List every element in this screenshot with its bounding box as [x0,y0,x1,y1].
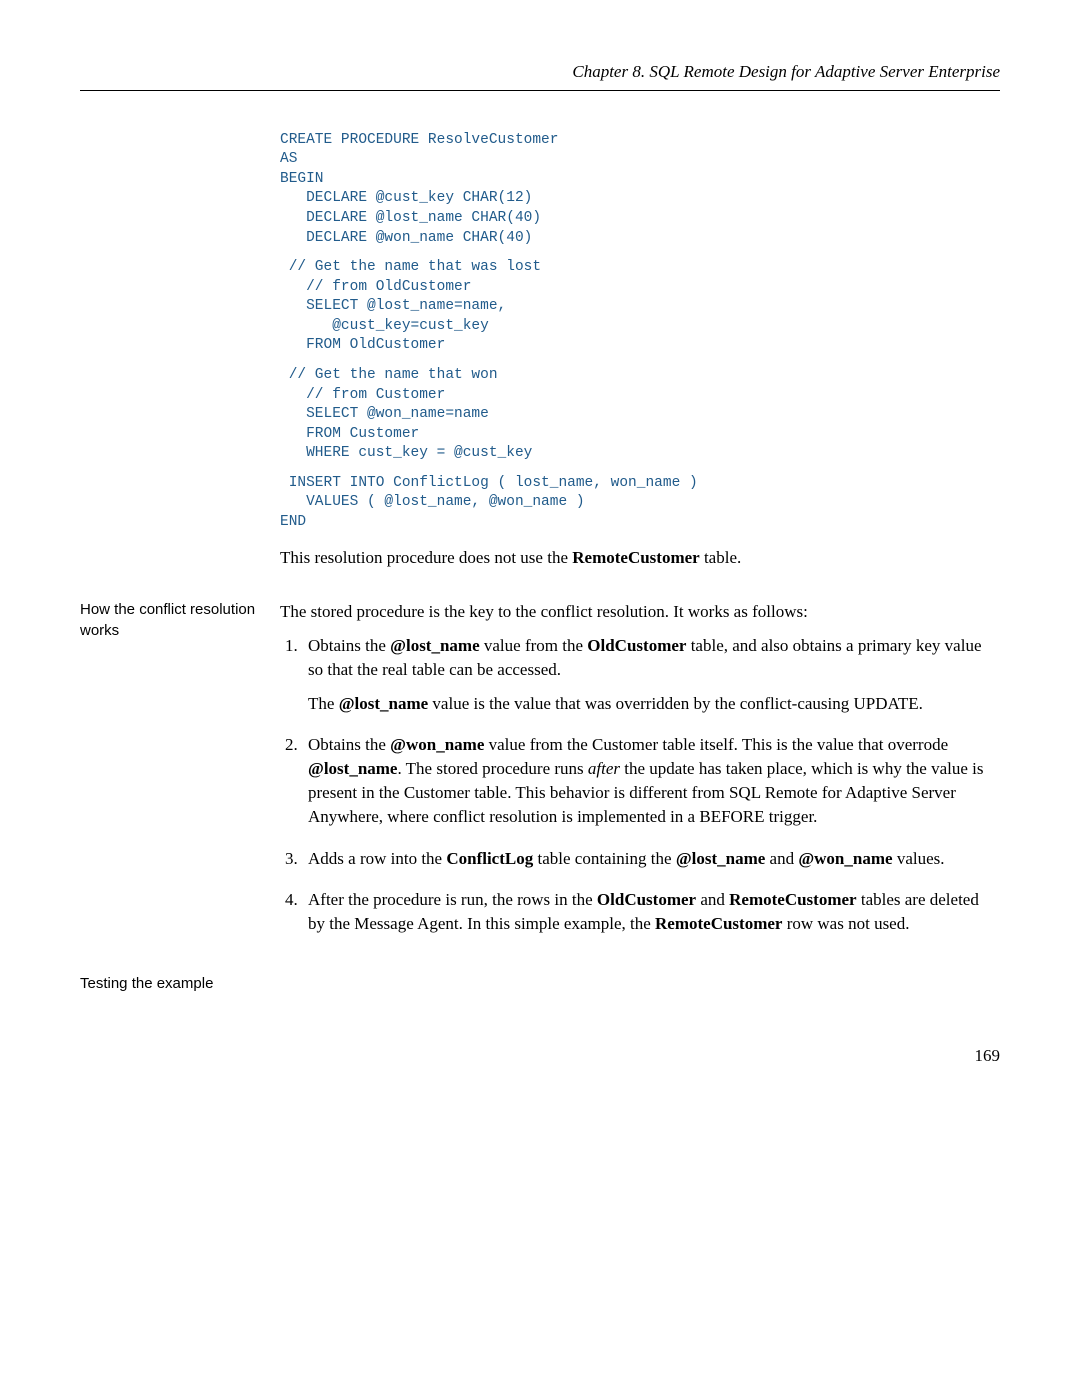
page-number: 169 [80,1044,1000,1068]
text: The [308,694,339,713]
text: value from the Customer table itself. Th… [484,735,948,754]
text: Adds a row into the [308,849,446,868]
bold-lost-name: @lost_name [339,694,428,713]
text: table. [700,548,742,567]
bold-lost-name: @lost_name [676,849,765,868]
code-section: CREATE PROCEDURE ResolveCustomer AS BEGI… [280,131,1000,580]
text: . The stored procedure runs [397,759,587,778]
code-block-3: // Get the name that won // from Custome… [280,366,1000,464]
list-item: Adds a row into the ConflictLog table co… [302,847,1000,871]
code-block-2: // Get the name that was lost // from Ol… [280,258,1000,356]
bold-oldcustomer: OldCustomer [587,636,686,655]
how-intro: The stored procedure is the key to the c… [280,600,1000,624]
bold-won-name: @won_name [390,735,484,754]
text: Obtains the [308,636,390,655]
list-item: After the procedure is run, the rows in … [302,888,1000,936]
text: After the procedure is run, the rows in … [308,890,597,909]
text: value from the [480,636,588,655]
bold-won-name: @won_name [798,849,892,868]
bold-remotecustomer: RemoteCustomer [572,548,699,567]
text: and [696,890,729,909]
chapter-header: Chapter 8. SQL Remote Design for Adaptiv… [80,60,1000,91]
bold-oldcustomer: OldCustomer [597,890,696,909]
text: table containing the [533,849,676,868]
code-block-4: INSERT INTO ConflictLog ( lost_name, won… [280,474,1000,533]
sidebar-testing: Testing the example [80,974,260,994]
steps-list: Obtains the @lost_name value from the Ol… [280,634,1000,936]
text: This resolution procedure does not use t… [280,548,572,567]
italic-after: after [588,759,620,778]
code-block-1: CREATE PROCEDURE ResolveCustomer AS BEGI… [280,131,1000,248]
text: value is the value that was overridden b… [428,694,923,713]
sub-paragraph: The @lost_name value is the value that w… [308,692,1000,716]
text: row was not used. [782,914,909,933]
text: Obtains the [308,735,390,754]
para-after-code: This resolution procedure does not use t… [280,546,1000,570]
content-grid: CREATE PROCEDURE ResolveCustomer AS BEGI… [80,131,1000,995]
text: values. [893,849,945,868]
bold-conflictlog: ConflictLog [446,849,533,868]
list-item: Obtains the @won_name value from the Cus… [302,733,1000,828]
bold-lost-name: @lost_name [308,759,397,778]
sidebar-how-works: How the conflict resolution works [80,600,260,954]
testing-section [280,974,1000,994]
bold-remotecustomer: RemoteCustomer [729,890,856,909]
bold-remotecustomer: RemoteCustomer [655,914,782,933]
bold-lost-name: @lost_name [390,636,479,655]
text: and [765,849,798,868]
list-item: Obtains the @lost_name value from the Ol… [302,634,1000,715]
how-works-section: The stored procedure is the key to the c… [280,600,1000,954]
